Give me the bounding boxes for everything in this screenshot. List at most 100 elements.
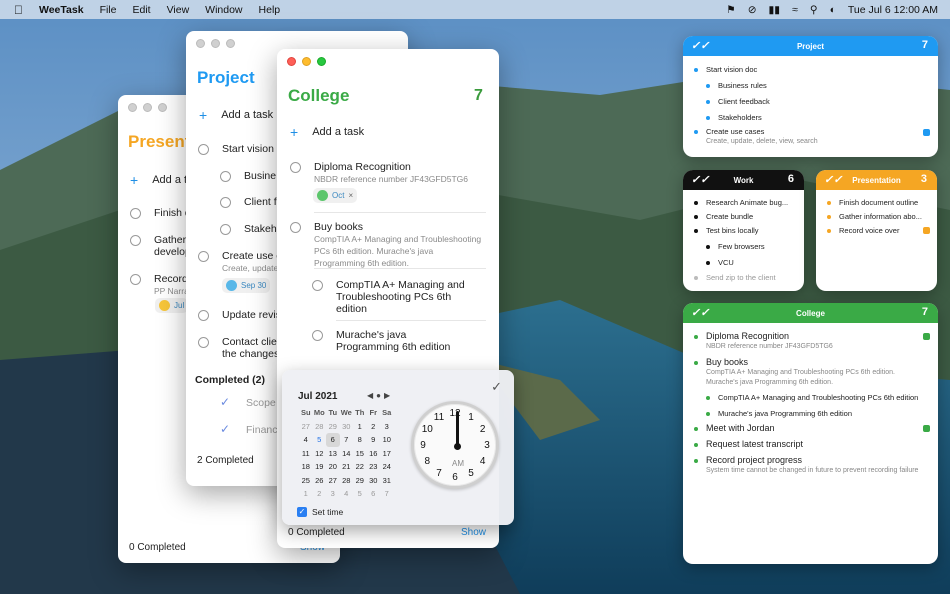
- add-task-button[interactable]: + Add a t: [130, 172, 187, 188]
- widget-subtask[interactable]: Client feedback: [706, 97, 770, 106]
- checkbox-circle[interactable]: [130, 208, 141, 219]
- checkbox-circle[interactable]: [312, 280, 323, 291]
- checkmark-icon[interactable]: ✓: [220, 395, 230, 409]
- calendar-day[interactable]: 2: [313, 487, 327, 501]
- checkbox-circle[interactable]: [220, 224, 231, 235]
- widget-task[interactable]: Gather information abo...: [827, 212, 922, 221]
- menu-edit[interactable]: Edit: [132, 4, 150, 16]
- widget-subtask[interactable]: CompTIA A+ Managing and Troubleshooting …: [706, 393, 918, 402]
- checkbox-circle[interactable]: [198, 310, 209, 321]
- ampm-indicator[interactable]: AM: [448, 459, 468, 468]
- next-month-icon[interactable]: ▶: [384, 391, 393, 400]
- widget-task[interactable]: Finish document outline: [827, 198, 918, 207]
- calendar-day[interactable]: 5: [353, 487, 367, 501]
- calendar-day[interactable]: 27: [299, 420, 313, 434]
- calendar-day[interactable]: 30: [367, 474, 381, 488]
- widget-task[interactable]: Start vision doc: [694, 65, 757, 74]
- task-item[interactable]: Contact clie the changes: [198, 336, 279, 360]
- checkbox-circle[interactable]: [130, 274, 141, 285]
- menu-help[interactable]: Help: [259, 4, 281, 16]
- widget-task[interactable]: Send zip to the client: [694, 273, 776, 282]
- calendar-day[interactable]: 4: [299, 433, 313, 447]
- task-item[interactable]: Update revis: [198, 309, 281, 321]
- calendar-day[interactable]: 27: [326, 474, 340, 488]
- checkbox-circle[interactable]: [312, 330, 323, 341]
- subtask-item[interactable]: Client f: [220, 196, 277, 208]
- calendar-grid[interactable]: Su Mo Tu We Th Fr Sa 27 28 29 30 1 2 3 4 5 6 7 8 9 10 11 12 13 1…: [299, 406, 394, 501]
- prev-month-icon[interactable]: ◀: [367, 391, 376, 400]
- calendar-day[interactable]: 2: [367, 420, 381, 434]
- calendar-day[interactable]: 29: [353, 474, 367, 488]
- calendar-day[interactable]: 11: [299, 447, 313, 461]
- task-item[interactable]: Record PP Narra: [130, 273, 189, 297]
- completed-header[interactable]: Completed (2): [195, 374, 265, 386]
- today-dot-icon[interactable]: ●: [376, 391, 384, 400]
- zoom-icon[interactable]: [226, 39, 235, 48]
- zoom-icon[interactable]: [317, 57, 326, 66]
- work-widget[interactable]: ✓✓ Work 6 Research Animate bug... Create…: [683, 170, 804, 291]
- task-item[interactable]: Create use c Create, update: [198, 250, 282, 274]
- menu-clock[interactable]: Tue Jul 6 12:00 AM: [848, 4, 938, 16]
- window-controls[interactable]: [196, 39, 241, 48]
- calendar-day[interactable]: 28: [340, 474, 354, 488]
- task-item[interactable]: Gather develop: [130, 234, 191, 258]
- widget-task[interactable]: Create use cases Create, update, delete, …: [694, 127, 818, 146]
- checkmark-icon[interactable]: ✓: [220, 422, 230, 436]
- widget-task[interactable]: Record project progress System time canno…: [694, 456, 929, 475]
- widget-subtask[interactable]: VCU: [706, 258, 734, 267]
- college-widget[interactable]: ✓✓ College 7 Diploma Recognition NBDR ref…: [683, 303, 938, 564]
- calendar-day[interactable]: 5: [313, 433, 327, 447]
- calendar-day[interactable]: 1: [353, 420, 367, 434]
- widget-subtask[interactable]: Murache's java Programming 6th edition: [706, 409, 852, 418]
- task-item[interactable]: Finish d: [130, 207, 191, 219]
- calendar-day[interactable]: 18: [299, 460, 313, 474]
- project-widget[interactable]: ✓✓ Project 7 Start vision doc Business r…: [683, 36, 938, 157]
- calendar-day[interactable]: 26: [313, 474, 327, 488]
- calendar-day[interactable]: 28: [313, 420, 327, 434]
- apple-menu-icon[interactable]: : [14, 3, 23, 17]
- minimize-icon[interactable]: [302, 57, 311, 66]
- widget-task[interactable]: Buy books CompTIA A+ Managing and Trouble…: [694, 358, 895, 387]
- close-icon[interactable]: [128, 103, 137, 112]
- confirm-checkmark-icon[interactable]: ✓: [491, 379, 502, 395]
- calendar-day[interactable]: 16: [367, 447, 381, 461]
- calendar-day[interactable]: 30: [340, 420, 354, 434]
- wifi-off-icon[interactable]: ⊘: [748, 4, 757, 16]
- widget-task[interactable]: Create bundle: [694, 212, 753, 221]
- calendar-day[interactable]: 15: [353, 447, 367, 461]
- calendar-day[interactable]: 4: [340, 487, 354, 501]
- subtask-item[interactable]: Stakeh: [220, 223, 277, 235]
- calendar-day[interactable]: 17: [380, 447, 394, 461]
- minimize-icon[interactable]: [211, 39, 220, 48]
- calendar-day[interactable]: 7: [340, 433, 354, 447]
- checkbox-circle[interactable]: [220, 171, 231, 182]
- completed-task[interactable]: Scope: [246, 397, 276, 409]
- close-icon[interactable]: [196, 39, 205, 48]
- task-item[interactable]: Diploma Recognition NBDR reference number…: [290, 161, 468, 185]
- checkbox-circle[interactable]: [130, 235, 141, 246]
- set-time-checkbox[interactable]: ✓ Set time: [297, 507, 343, 517]
- subtask-item[interactable]: Busine: [220, 170, 276, 182]
- calendar-day[interactable]: 23: [367, 460, 381, 474]
- calendar-day[interactable]: 6: [367, 487, 381, 501]
- calendar-day[interactable]: 25: [299, 474, 313, 488]
- calendar-day[interactable]: 6: [326, 433, 340, 447]
- calendar-day[interactable]: 24: [380, 460, 394, 474]
- calendar-day[interactable]: 3: [326, 487, 340, 501]
- checkbox-circle[interactable]: [198, 251, 209, 262]
- calendar-day[interactable]: 9: [367, 433, 381, 447]
- presentation-widget[interactable]: ✓✓ Presentation 3 Finish document outlin…: [816, 170, 937, 291]
- calendar-day[interactable]: 31: [380, 474, 394, 488]
- control-center-icon[interactable]: ◐: [830, 4, 836, 16]
- widget-task[interactable]: Meet with Jordan: [694, 424, 775, 433]
- widget-task[interactable]: Record voice over: [827, 226, 899, 235]
- menu-app-name[interactable]: WeeTask: [39, 4, 84, 16]
- widget-subtask[interactable]: Few browsers: [706, 242, 765, 251]
- chip-close-icon[interactable]: ×: [348, 191, 353, 200]
- add-task-button[interactable]: + Add a task: [290, 124, 364, 140]
- calendar-day[interactable]: 29: [326, 420, 340, 434]
- close-icon[interactable]: [287, 57, 296, 66]
- analog-clock[interactable]: AM 12 1 2 3 4 5 6 7 8 9 10 11: [411, 401, 499, 489]
- calendar-day[interactable]: 3: [380, 420, 394, 434]
- add-task-button[interactable]: + Add a task: [199, 107, 273, 123]
